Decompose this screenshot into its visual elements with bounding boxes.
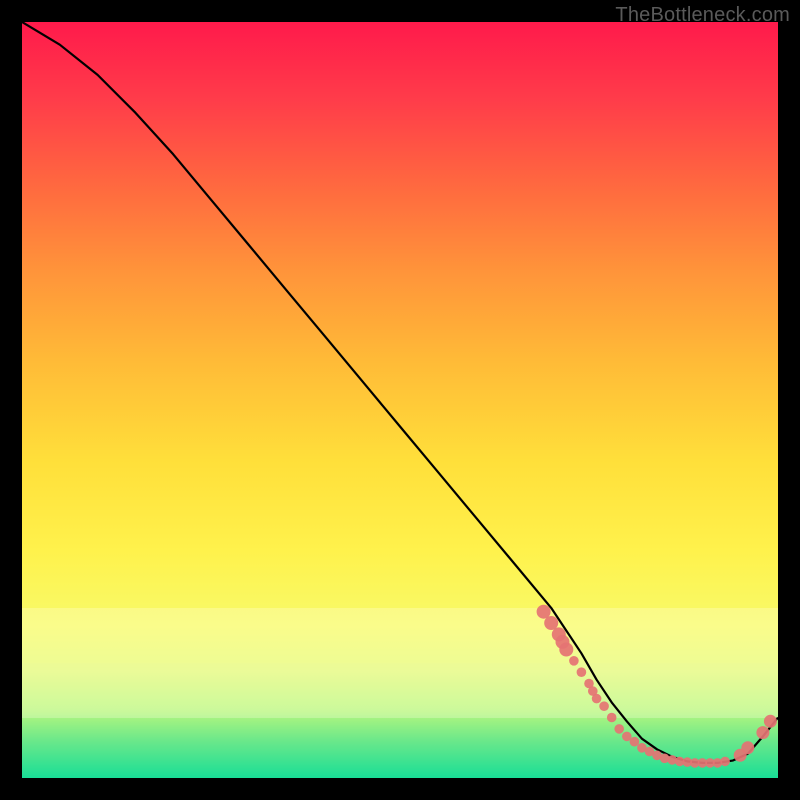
scatter-dot [614, 724, 624, 734]
scatter-dot [756, 726, 769, 739]
chart-frame: TheBottleneck.com [0, 0, 800, 800]
scatter-dot [559, 643, 573, 657]
scatter-dot [592, 694, 602, 704]
scatter-dot [577, 667, 587, 677]
plot-area [22, 22, 778, 778]
scatter-dot [630, 737, 640, 747]
scatter-dot [544, 616, 558, 630]
scatter-dot [741, 741, 754, 754]
scatter-dots [537, 605, 777, 768]
bottleneck-curve [22, 22, 778, 763]
scatter-dot [569, 656, 579, 666]
scatter-dot [720, 757, 730, 767]
scatter-dot [764, 715, 777, 728]
watermark-text: TheBottleneck.com [615, 4, 790, 27]
scatter-dot [599, 701, 609, 711]
scatter-dot [607, 713, 617, 723]
curve-layer [22, 22, 778, 778]
